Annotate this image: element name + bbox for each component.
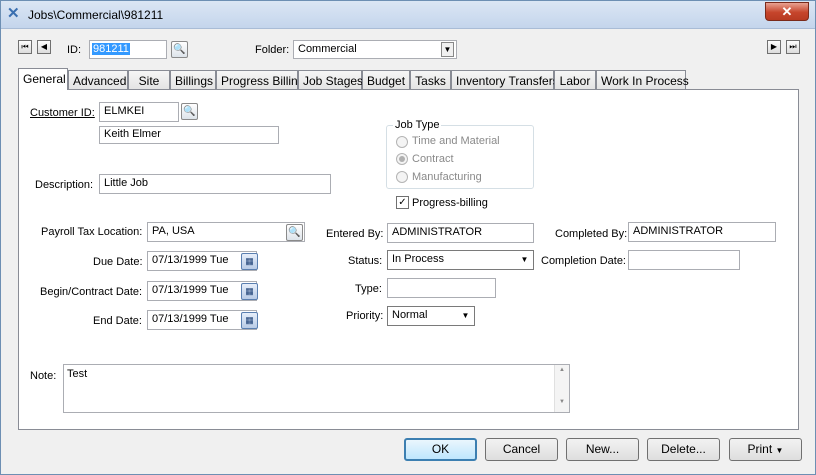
progress-billing-label: Progress-billing bbox=[412, 197, 488, 209]
note-value: Test bbox=[67, 368, 88, 380]
entered-by-label: Entered By: bbox=[326, 228, 384, 240]
due-date-calendar-icon[interactable]: ▦ bbox=[241, 253, 258, 270]
chevron-down-icon: ▼ bbox=[461, 311, 470, 320]
folder-label: Folder: bbox=[255, 44, 290, 56]
scroll-up-icon[interactable]: ▲ bbox=[555, 367, 569, 373]
tab-labor[interactable]: Labor bbox=[554, 70, 596, 89]
priority-dropdown[interactable]: Normal ▼ bbox=[387, 306, 475, 326]
payroll-tax-field[interactable]: PA, USA bbox=[147, 222, 305, 242]
payroll-tax-search-icon[interactable]: 🔍 bbox=[286, 224, 303, 241]
print-button[interactable]: Print ▼ bbox=[729, 438, 802, 461]
completion-date-field[interactable] bbox=[628, 250, 740, 270]
contract-radio[interactable] bbox=[396, 153, 408, 165]
folder-dropdown[interactable]: Commercial ▼ bbox=[293, 40, 457, 59]
tab-inventory-transfers[interactable]: Inventory Transfers bbox=[451, 70, 559, 89]
note-label: Note: bbox=[30, 370, 57, 382]
priority-value: Normal bbox=[392, 309, 428, 321]
next-record-icon[interactable]: ▶ bbox=[767, 40, 781, 54]
print-dropdown-icon: ▼ bbox=[775, 446, 784, 455]
tab-budget[interactable]: Budget bbox=[362, 70, 410, 89]
description-field[interactable]: Little Job bbox=[99, 174, 331, 194]
job-type-label: Job Type bbox=[393, 119, 442, 131]
end-date-label: End Date: bbox=[93, 315, 142, 327]
tab-billings[interactable]: Billings bbox=[170, 70, 216, 89]
progress-billing-checkbox[interactable]: ✓ bbox=[396, 196, 409, 209]
tab-job-stages[interactable]: Job Stages bbox=[298, 70, 363, 89]
tab-general[interactable]: General bbox=[18, 68, 68, 90]
type-label: Type: bbox=[355, 283, 382, 295]
tab-tasks[interactable]: Tasks bbox=[410, 70, 451, 89]
status-value: In Process bbox=[392, 253, 444, 265]
id-label: ID: bbox=[67, 44, 82, 56]
id-field[interactable]: 981211 bbox=[89, 40, 167, 59]
begin-date-calendar-icon[interactable]: ▦ bbox=[241, 283, 258, 300]
previous-record-icon[interactable]: ◀ bbox=[37, 40, 51, 54]
tab-advanced[interactable]: Advanced bbox=[68, 70, 128, 89]
id-value: 981211 bbox=[92, 43, 130, 55]
tab-work-in-process[interactable]: Work In Process bbox=[596, 70, 689, 89]
new-button[interactable]: New... bbox=[566, 438, 639, 461]
priority-label: Priority: bbox=[346, 310, 384, 322]
completed-by-field[interactable]: ADMINISTRATOR bbox=[628, 222, 776, 242]
note-textarea[interactable]: Test bbox=[63, 364, 570, 413]
completion-date-label: Completion Date: bbox=[541, 255, 626, 267]
entered-by-field[interactable]: ADMINISTRATOR bbox=[387, 223, 534, 243]
id-search-icon[interactable]: 🔍 bbox=[171, 41, 188, 58]
completed-by-label: Completed By: bbox=[555, 228, 628, 240]
window-title: Jobs\Commercial\981211 bbox=[28, 8, 164, 22]
chevron-down-icon: ▼ bbox=[441, 42, 454, 57]
payroll-tax-label: Payroll Tax Location: bbox=[41, 226, 143, 238]
title-bar: ✕ Jobs\Commercial\981211 ✕ bbox=[1, 1, 815, 29]
description-label: Description: bbox=[35, 179, 94, 191]
scroll-down-icon[interactable]: ▼ bbox=[555, 399, 569, 405]
job-window: ✕ Jobs\Commercial\981211 ✕ ⏮ ◀ ID: 98121… bbox=[0, 0, 816, 475]
note-scrollbar[interactable]: ▲ ▼ bbox=[554, 365, 569, 412]
customer-name-field: Keith Elmer bbox=[99, 126, 279, 144]
end-date-calendar-icon[interactable]: ▦ bbox=[241, 312, 258, 329]
cancel-button[interactable]: Cancel bbox=[485, 438, 558, 461]
time-and-material-radio[interactable] bbox=[396, 136, 408, 148]
begin-date-label: Begin/Contract Date: bbox=[40, 286, 143, 298]
contract-label: Contract bbox=[412, 153, 454, 165]
status-label: Status: bbox=[348, 255, 383, 267]
print-label: Print bbox=[747, 442, 773, 456]
app-logo-icon: ✕ bbox=[7, 5, 20, 22]
time-and-material-label: Time and Material bbox=[412, 135, 500, 147]
customer-id-label: Customer ID: bbox=[30, 107, 95, 119]
type-field[interactable] bbox=[387, 278, 496, 298]
manufacturing-label: Manufacturing bbox=[412, 171, 482, 183]
status-dropdown[interactable]: In Process ▼ bbox=[387, 250, 534, 270]
ok-button[interactable]: OK bbox=[404, 438, 477, 461]
tab-site[interactable]: Site bbox=[128, 70, 170, 89]
customer-id-field[interactable]: ELMKEI bbox=[99, 102, 179, 122]
due-date-label: Due Date: bbox=[93, 256, 143, 268]
tab-progress-billing[interactable]: Progress Billing bbox=[216, 70, 304, 89]
first-record-icon[interactable]: ⏮ bbox=[18, 40, 32, 54]
customer-search-icon[interactable]: 🔍 bbox=[181, 103, 198, 120]
manufacturing-radio[interactable] bbox=[396, 171, 408, 183]
delete-button[interactable]: Delete... bbox=[647, 438, 720, 461]
close-button[interactable]: ✕ bbox=[765, 2, 809, 21]
folder-value: Commercial bbox=[298, 43, 357, 55]
last-record-icon[interactable]: ⏭ bbox=[786, 40, 800, 54]
chevron-down-icon: ▼ bbox=[520, 255, 529, 264]
